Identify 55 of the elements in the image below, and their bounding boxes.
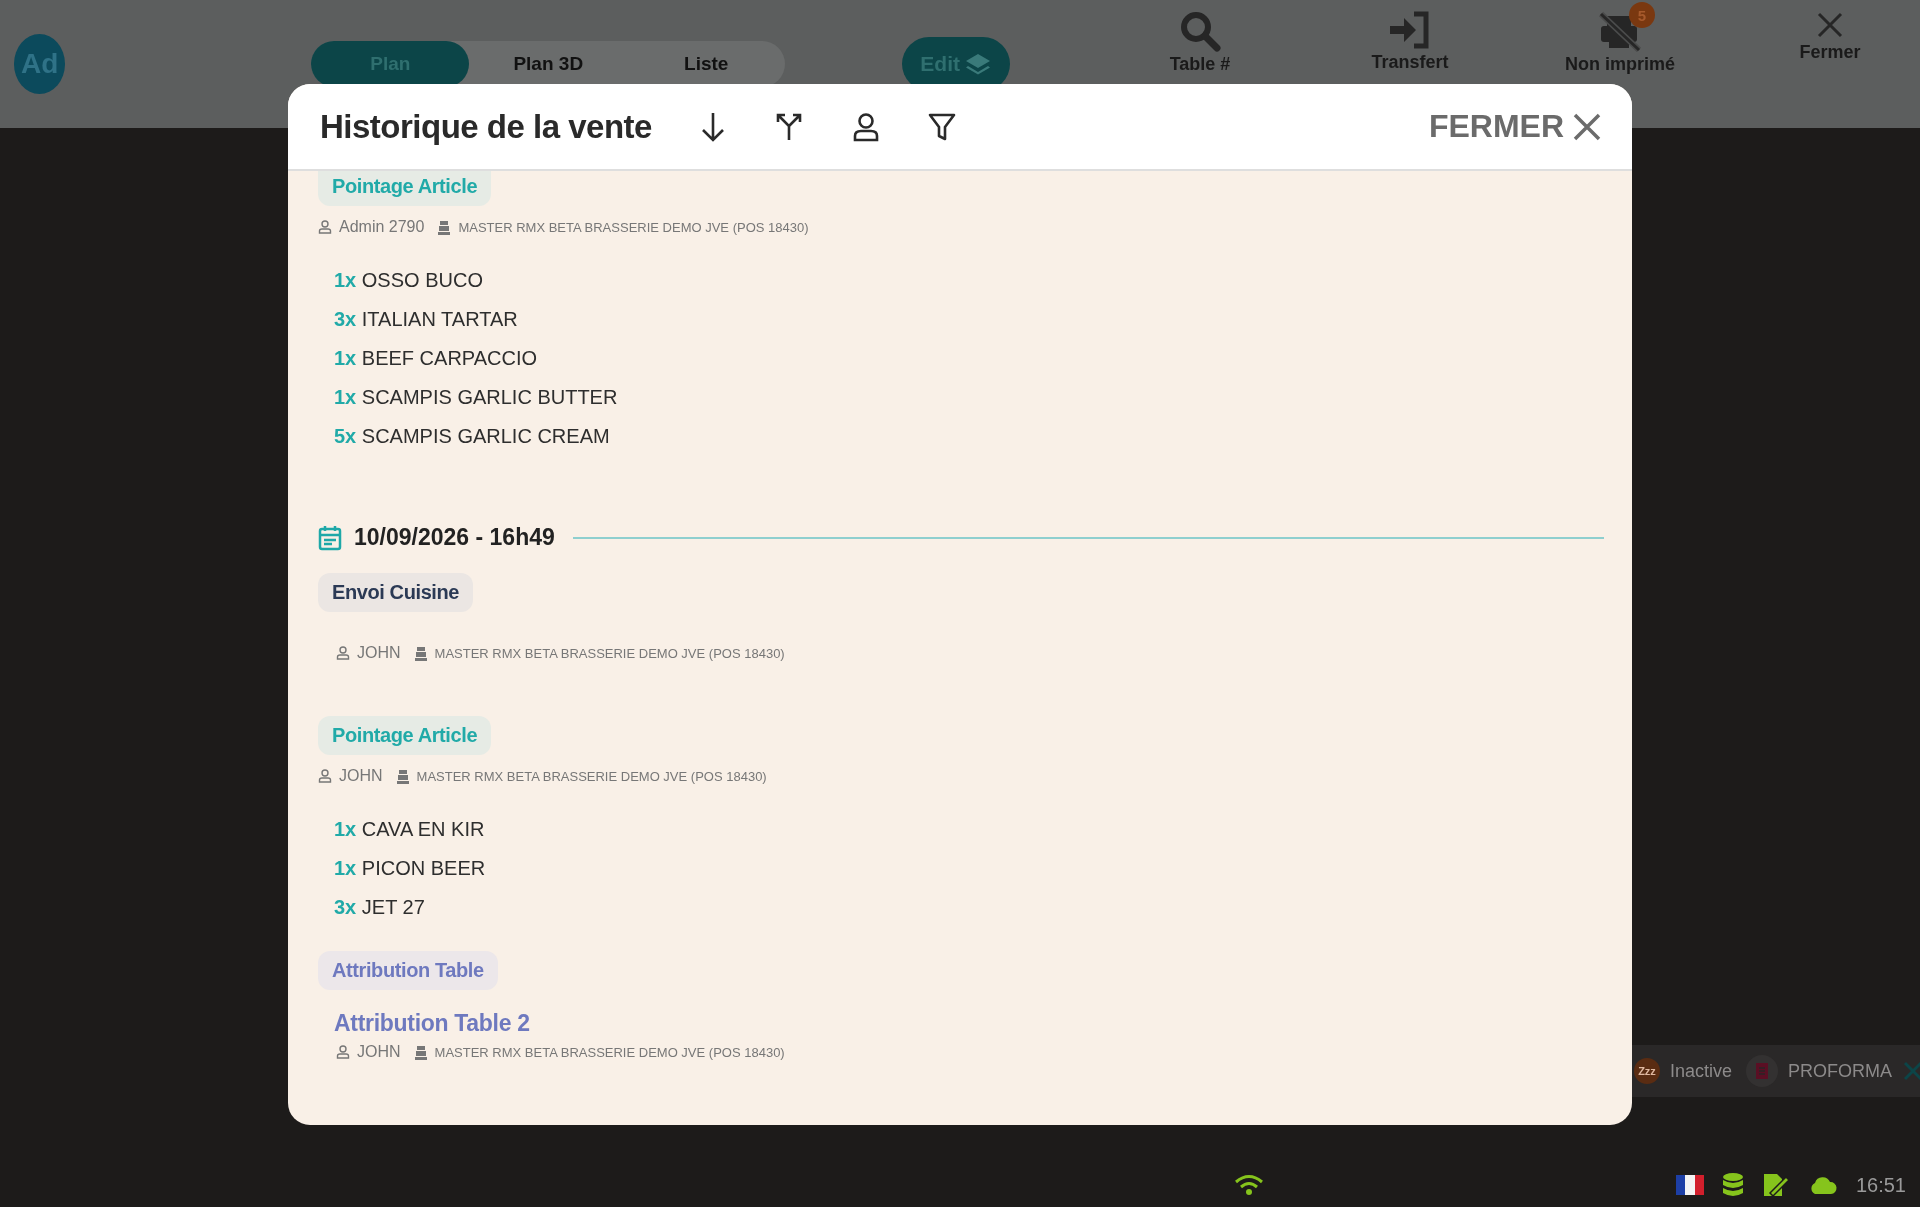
search-icon [1179, 10, 1221, 52]
document-label: PROFORMA [1788, 1060, 1893, 1082]
user-name: JOHN [339, 767, 383, 785]
order-item: 1x SCAMPIS GARLIC BUTTER [334, 385, 618, 409]
toolbar-button[interactable]: Table # [1110, 0, 1290, 75]
event-type-tag: Pointage Article [318, 716, 492, 755]
order-item: 5x SCAMPIS GARLIC CREAM [334, 424, 611, 448]
event-type-tag: Envoi Cuisine [318, 573, 474, 612]
order-item: 3x JET 27 [334, 895, 426, 919]
user-icon [318, 769, 332, 783]
database-icon [1721, 1173, 1744, 1197]
filter-icon[interactable] [927, 111, 956, 142]
toolbar-button[interactable]: Transfert [1320, 0, 1500, 75]
device-name: MASTER RMX BETA BRASSERIE DEMO JVE (POS 18430) [458, 219, 809, 235]
arrow-down-icon[interactable] [699, 110, 726, 143]
clock-time: 16:51 [1855, 1173, 1906, 1197]
cash-register-icon [413, 645, 428, 661]
dialog-title: Historique de la vente [320, 107, 652, 146]
cash-register-icon [437, 219, 452, 235]
toolbar-button[interactable]: Fermer [1740, 0, 1920, 75]
sign-in-icon [1388, 10, 1432, 50]
close-icon [1572, 111, 1602, 142]
user-name: JOHN [357, 644, 401, 662]
order-item: 1x CAVA EN KIR [334, 817, 486, 841]
close-button[interactable]: FERMER [1422, 107, 1608, 146]
event-detail: Attribution Table 2 [334, 1010, 530, 1037]
status-label: Inactive [1670, 1060, 1733, 1082]
order-item: 1x OSSO BUCO [334, 268, 484, 292]
view-tab[interactable]: Liste [627, 41, 786, 87]
calendar-icon [318, 524, 342, 551]
user-icon [336, 646, 350, 660]
date-heading: 10/09/2026 - 16h49 [354, 524, 555, 551]
sleep-icon: Zzz [1634, 1058, 1660, 1084]
document-edit-icon [1761, 1173, 1790, 1197]
event-type-tag: Attribution Table [318, 951, 498, 990]
layers-icon [963, 52, 992, 76]
document-icon [1746, 1055, 1779, 1087]
order-item: 1x BEEF CARPACCIO [334, 346, 539, 370]
device-name: MASTER RMX BETA BRASSERIE DEMO JVE (POS 18430) [434, 645, 785, 661]
user-icon [336, 1045, 350, 1059]
user-name: JOHN [357, 1043, 401, 1061]
event-type-tag: Pointage Article [318, 171, 492, 206]
view-tab[interactable]: Plan 3D [469, 41, 628, 87]
cash-register-icon [413, 1044, 428, 1060]
cash-register-icon [395, 768, 410, 784]
user-icon[interactable] [851, 111, 880, 142]
close-icon [1815, 10, 1845, 40]
device-name: MASTER RMX BETA BRASSERIE DEMO JVE (POS 18430) [416, 768, 767, 784]
wifi-icon [1233, 1174, 1264, 1196]
device-name: MASTER RMX BETA BRASSERIE DEMO JVE (POS 18430) [434, 1044, 785, 1060]
order-item: 3x ITALIAN TARTAR [334, 307, 519, 331]
user-icon [318, 220, 332, 234]
flag-icon [1675, 1175, 1704, 1195]
order-item: 1x PICON BEER [334, 856, 486, 880]
user-name: Admin 2790 [339, 218, 425, 236]
